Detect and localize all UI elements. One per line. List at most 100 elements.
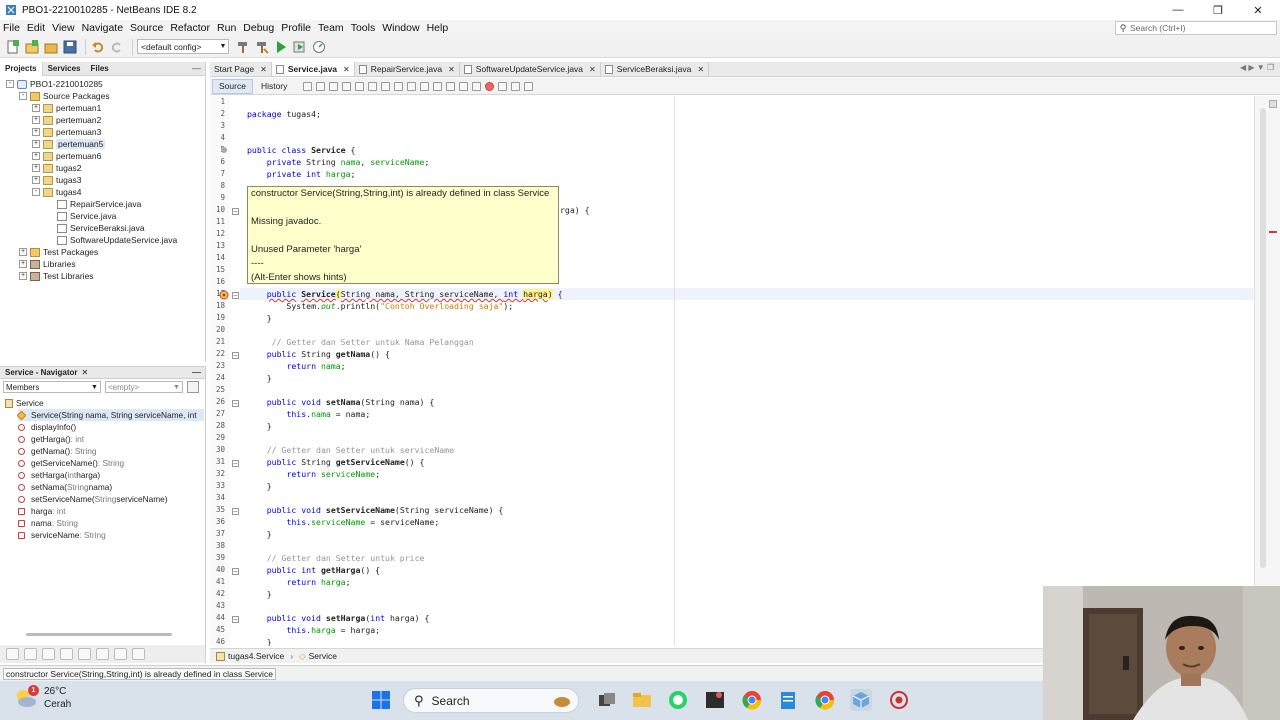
- navigator-member[interactable]: getServiceName() : String: [18, 457, 124, 469]
- source-tab[interactable]: Source: [212, 78, 253, 94]
- non-public-filter-icon[interactable]: [60, 648, 73, 660]
- navigator-member[interactable]: harga : int: [18, 505, 66, 517]
- find-next-icon[interactable]: [368, 81, 378, 91]
- history-tab[interactable]: History: [255, 79, 293, 94]
- minimize-button[interactable]: —: [1158, 0, 1198, 20]
- tree-item[interactable]: + tugas3: [32, 174, 82, 186]
- menu-help[interactable]: Help: [427, 22, 449, 34]
- menu-debug[interactable]: Debug: [243, 22, 274, 34]
- expand-toggle-icon[interactable]: +: [19, 248, 27, 256]
- file-explorer-button[interactable]: [631, 689, 653, 711]
- menu-edit[interactable]: Edit: [27, 22, 45, 34]
- new-file-button[interactable]: [5, 39, 21, 55]
- tree-item[interactable]: + tugas2: [32, 162, 82, 174]
- menu-profile[interactable]: Profile: [281, 22, 311, 34]
- editor-tab-repairservice[interactable]: RepairService.java ✕: [354, 62, 460, 76]
- weather-widget[interactable]: 1 26°C Cerah: [14, 685, 71, 711]
- tree-item[interactable]: + pertemuan6: [32, 150, 101, 162]
- editor-tab-start-page[interactable]: Start Page ✕: [210, 62, 272, 76]
- sort-name-icon[interactable]: [96, 648, 109, 660]
- fold-toggle-icon[interactable]: –: [232, 352, 239, 359]
- back-icon[interactable]: [316, 81, 326, 91]
- sort-source-icon[interactable]: [114, 648, 127, 660]
- editor-tab-service[interactable]: Service.java ✕: [271, 62, 355, 76]
- minimize-pane-icon[interactable]: —: [192, 63, 201, 73]
- menu-source[interactable]: Source: [130, 22, 163, 34]
- whatsapp-button[interactable]: [667, 689, 689, 711]
- maximize-button[interactable]: ❐: [1198, 0, 1238, 20]
- tree-item[interactable]: - Source Packages: [19, 90, 110, 102]
- notepad-button[interactable]: [777, 689, 799, 711]
- tab-services[interactable]: Services: [43, 62, 86, 76]
- navigator-member[interactable]: nama : String: [18, 517, 78, 529]
- tree-item[interactable]: - tugas4: [32, 186, 82, 198]
- comment-icon[interactable]: [511, 81, 521, 91]
- menu-refactor[interactable]: Refactor: [170, 22, 210, 34]
- next-bookmark-icon[interactable]: [433, 81, 443, 91]
- fqn-filter-icon[interactable]: [132, 648, 145, 660]
- profile-button[interactable]: [311, 39, 327, 55]
- navigator-member[interactable]: setServiceName(String serviceName): [18, 493, 168, 505]
- code-editor[interactable]: package tugas4; public class Service { p…: [240, 96, 1254, 646]
- fold-toggle-icon[interactable]: –: [232, 508, 239, 515]
- recorder-button[interactable]: [888, 689, 910, 711]
- chrome-button[interactable]: [741, 689, 763, 711]
- redo-button[interactable]: [109, 39, 125, 55]
- navigator-member[interactable]: getHarga() : int: [18, 433, 84, 445]
- members-dropdown[interactable]: Members ▼: [3, 381, 101, 393]
- find-previous-icon[interactable]: [355, 81, 365, 91]
- expand-toggle-icon[interactable]: +: [19, 272, 27, 280]
- start-macro-icon[interactable]: [485, 81, 495, 91]
- shift-left-icon[interactable]: [459, 81, 469, 91]
- stop-macro-icon[interactable]: [498, 81, 508, 91]
- close-icon[interactable]: ✕: [343, 65, 350, 74]
- navigator-member[interactable]: Service(String nama, String serviceName,…: [16, 409, 204, 421]
- tree-item[interactable]: ServiceBeraksi.java: [46, 222, 145, 234]
- forward-icon[interactable]: [329, 81, 339, 91]
- navigator-root[interactable]: Service: [5, 397, 44, 409]
- menu-team[interactable]: Team: [318, 22, 344, 34]
- error-stripe-icon[interactable]: [1269, 231, 1277, 233]
- expand-toggle-icon[interactable]: +: [32, 116, 40, 124]
- tree-item[interactable]: RepairService.java: [46, 198, 141, 210]
- menu-window[interactable]: Window: [382, 22, 419, 34]
- chrome-profile-button[interactable]: [814, 689, 836, 711]
- menu-tools[interactable]: Tools: [351, 22, 376, 34]
- clean-build-button[interactable]: [254, 39, 270, 55]
- find-selection-icon[interactable]: [381, 81, 391, 91]
- navigator-options-icon[interactable]: [187, 381, 199, 393]
- expand-toggle-icon[interactable]: +: [19, 260, 27, 268]
- undo-button[interactable]: [90, 39, 106, 55]
- tab-files[interactable]: Files: [86, 62, 114, 76]
- start-button[interactable]: [370, 689, 392, 711]
- scroll-thumb[interactable]: [1260, 108, 1266, 568]
- close-icon[interactable]: ✕: [448, 65, 455, 74]
- close-icon[interactable]: ✕: [81, 368, 88, 377]
- tree-item[interactable]: + pertemuan2: [32, 114, 101, 126]
- fold-toggle-icon[interactable]: –: [232, 460, 239, 467]
- open-project-button[interactable]: [43, 39, 59, 55]
- run-button[interactable]: [273, 39, 289, 55]
- last-edit-icon[interactable]: [303, 81, 313, 91]
- editor-tab-softwareupdateservice[interactable]: SoftwareUpdateService.java ✕: [459, 62, 601, 76]
- fold-toggle-icon[interactable]: –: [232, 568, 239, 575]
- breadcrumb-package[interactable]: tugas4.Service: [228, 651, 284, 661]
- debug-button[interactable]: [292, 39, 308, 55]
- navigator-member[interactable]: serviceName : String: [18, 529, 106, 541]
- ide-search-box[interactable]: ⚲ Search (Ctrl+I): [1115, 21, 1277, 35]
- fold-toggle-icon[interactable]: –: [232, 616, 239, 623]
- new-project-button[interactable]: [24, 39, 40, 55]
- static-filter-icon[interactable]: [42, 648, 55, 660]
- expand-toggle-icon[interactable]: +: [32, 128, 40, 136]
- filter-icon[interactable]: [6, 648, 19, 660]
- taskbar-search[interactable]: ⚲ Search: [403, 688, 579, 713]
- error-summary-icon[interactable]: [1269, 100, 1277, 108]
- config-dropdown[interactable]: <default config> ▼: [137, 39, 229, 54]
- tree-item[interactable]: + Test Libraries: [19, 270, 94, 282]
- collapse-toggle-icon[interactable]: -: [32, 188, 40, 196]
- expand-toggle-icon[interactable]: +: [32, 104, 40, 112]
- menu-navigate[interactable]: Navigate: [82, 22, 123, 34]
- error-bulb-icon[interactable]: [219, 290, 229, 300]
- netbeans-taskbar-button[interactable]: [850, 689, 872, 711]
- tab-scroll-arrows[interactable]: ◀ ▶ ▼ ❐: [1240, 63, 1274, 72]
